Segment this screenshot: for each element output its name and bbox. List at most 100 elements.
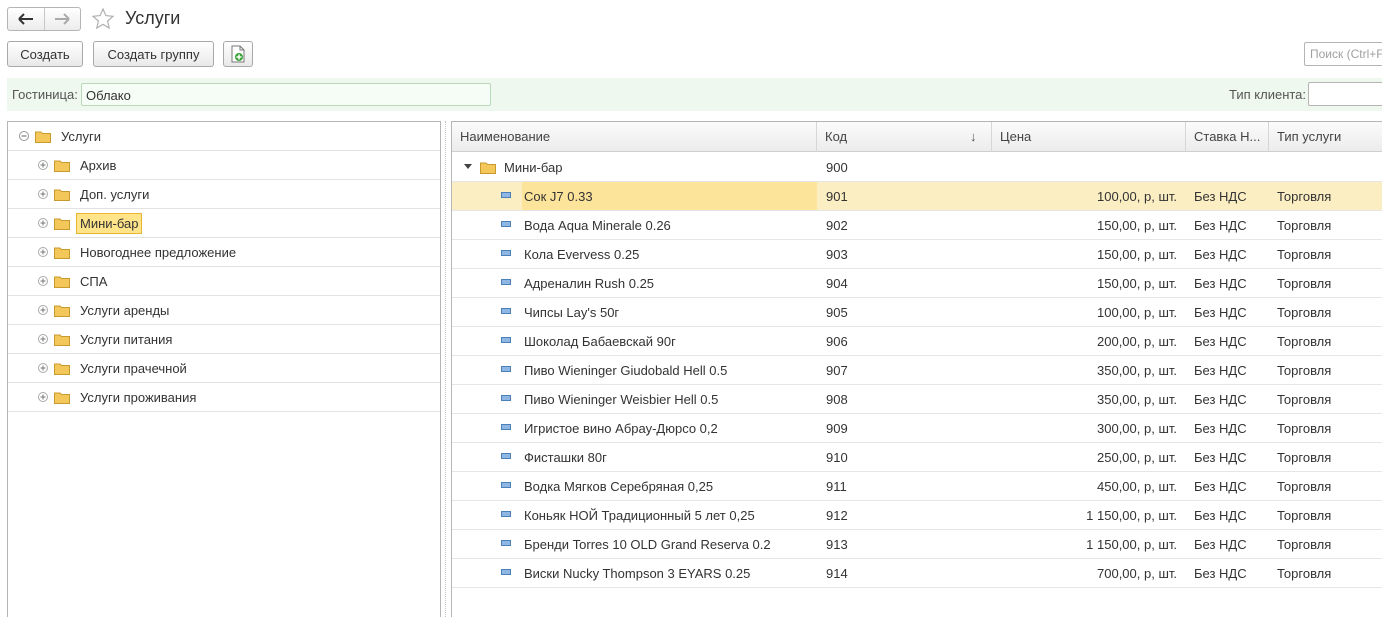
cell-name: Виски Nucky Thompson 3 EYARS 0.25 — [524, 566, 751, 581]
column-header-code[interactable]: Код — [817, 122, 992, 152]
tree-item[interactable]: Услуги прачечной — [8, 354, 440, 383]
expand-icon[interactable] — [38, 160, 48, 170]
cell-type: Торговля — [1277, 392, 1332, 407]
cell-price: 250,00, р, шт. — [1097, 450, 1177, 465]
cell-code: 911 — [826, 479, 847, 494]
expand-icon[interactable] — [38, 276, 48, 286]
expand-icon[interactable] — [38, 392, 48, 402]
group-row[interactable]: Мини-бар 900 — [452, 153, 1382, 182]
tree-item-label: Услуги проживания — [80, 389, 197, 405]
table-row[interactable]: Фисташки 80г 910 250,00, р, шт. Без НДС Торг… — [452, 443, 1382, 472]
item-icon — [501, 424, 511, 430]
table-row[interactable]: Вода Aqua Minerale 0.26 902 150,00, р, шт.… — [452, 211, 1382, 240]
create-button[interactable]: Создать — [7, 41, 83, 67]
cell-type: Торговля — [1277, 334, 1332, 349]
table-row[interactable]: Пиво Wieninger Giudobald Hell 0.5 907 350,… — [452, 356, 1382, 385]
tree-item[interactable]: Услуги проживания — [8, 383, 440, 412]
tree-item[interactable]: Услуги питания — [8, 325, 440, 354]
cell-type: Торговля — [1277, 218, 1332, 233]
hotel-field[interactable]: Облако — [81, 83, 491, 106]
folder-icon — [54, 218, 70, 230]
table-row[interactable]: Виски Nucky Thompson 3 EYARS 0.25 914 700,… — [452, 559, 1382, 588]
cell-price: 150,00, р, шт. — [1097, 218, 1177, 233]
cell-code: 913 — [826, 537, 848, 552]
item-icon — [501, 221, 511, 227]
cell-vat: Без НДС — [1194, 305, 1247, 320]
cell-vat: Без НДС — [1194, 450, 1247, 465]
expand-icon[interactable] — [38, 218, 48, 228]
cell-name: Адреналин Rush 0.25 — [524, 276, 655, 291]
expanded-triangle-icon[interactable] — [464, 164, 472, 169]
cell-vat: Без НДС — [1194, 334, 1247, 349]
cell-type: Торговля — [1277, 508, 1332, 523]
table-row[interactable]: Чипсы Lay's 50г 905 100,00, р, шт. Без НДС Т… — [452, 298, 1382, 327]
cell-code: 901 — [826, 189, 848, 204]
table-row[interactable]: Водка Мягков Серебряная 0,25 911 450,00, р… — [452, 472, 1382, 501]
expand-icon[interactable] — [38, 334, 48, 344]
column-header-name[interactable]: Наименование — [452, 122, 817, 152]
tree-item-label: Доп. услуги — [80, 186, 150, 202]
cell-price: 1 150,00, р, шт. — [1086, 508, 1177, 523]
navigation-buttons — [7, 7, 81, 31]
cell-vat: Без НДС — [1194, 218, 1247, 233]
cell-type: Торговля — [1277, 305, 1332, 320]
sort-descending-icon: ↓ — [970, 129, 977, 144]
collapse-icon[interactable] — [19, 131, 29, 141]
tree-item[interactable]: Доп. услуги — [8, 180, 440, 209]
folder-icon — [54, 363, 70, 375]
client-type-field[interactable] — [1308, 82, 1382, 106]
cell-vat: Без НДС — [1194, 537, 1247, 552]
item-icon — [501, 192, 511, 198]
folder-icon — [54, 334, 70, 346]
cell-price: 100,00, р, шт. — [1097, 189, 1177, 204]
column-header-type[interactable]: Тип услуги — [1269, 122, 1382, 152]
forward-button[interactable] — [43, 8, 81, 30]
cell-name: Игристое вино Абрау-Дюрсо 0,2 — [524, 421, 718, 436]
cell-price: 700,00, р, шт. — [1097, 566, 1177, 581]
item-icon — [501, 308, 511, 314]
column-header-vat[interactable]: Ставка Н... — [1186, 122, 1269, 152]
table-row[interactable]: Сок J7 0.33 901 100,00, р, шт. Без НДС Торго… — [452, 182, 1382, 211]
folder-icon — [35, 131, 51, 143]
cell-price: 100,00, р, шт. — [1097, 305, 1177, 320]
cell-name: Фисташки 80г — [524, 450, 607, 465]
add-document-button[interactable] — [223, 41, 253, 67]
groups-tree: Услуги Архив Доп. услуги Мини-бар Новогодне… — [7, 121, 441, 617]
cell-code: 903 — [826, 247, 848, 262]
cell-code: 904 — [826, 276, 848, 291]
expand-icon[interactable] — [38, 189, 48, 199]
table-row[interactable]: Игристое вино Абрау-Дюрсо 0,2 909 300,00, … — [452, 414, 1382, 443]
table-row[interactable]: Кола Evervess 0.25 903 150,00, р, шт. Без Н… — [452, 240, 1382, 269]
folder-icon — [54, 160, 70, 172]
cell-vat: Без НДС — [1194, 392, 1247, 407]
panel-splitter[interactable] — [445, 121, 448, 617]
item-icon — [501, 511, 511, 517]
search-input[interactable]: Поиск (Ctrl+F) — [1304, 42, 1382, 66]
expand-icon[interactable] — [38, 363, 48, 373]
tree-item[interactable]: Услуги аренды — [8, 296, 440, 325]
expand-icon[interactable] — [38, 247, 48, 257]
cell-price: 300,00, р, шт. — [1097, 421, 1177, 436]
favorite-star-icon[interactable] — [91, 7, 115, 31]
tree-item[interactable]: Мини-бар — [8, 209, 440, 238]
cell-code: 910 — [826, 450, 848, 465]
document-add-icon — [231, 45, 245, 63]
tree-item[interactable]: СПА — [8, 267, 440, 296]
cell-vat: Без НДС — [1194, 276, 1247, 291]
table-row[interactable]: Шоколад Бабаевскай 90г 906 200,00, р, шт. Б… — [452, 327, 1382, 356]
cell-name: Бренди Torres 10 OLD Grand Reserva 0.2 — [524, 537, 771, 552]
expand-icon[interactable] — [38, 305, 48, 315]
create-group-button[interactable]: Создать группу — [93, 41, 214, 67]
table-row[interactable]: Пиво Wieninger Weisbier Hell 0.5 908 350,0… — [452, 385, 1382, 414]
tree-item[interactable]: Новогоднее предложение — [8, 238, 440, 267]
table-row[interactable]: Бренди Torres 10 OLD Grand Reserva 0.2 91… — [452, 530, 1382, 559]
table-row[interactable]: Коньяк НОЙ Традиционный 5 лет 0,25 912 1 1… — [452, 501, 1382, 530]
column-header-price[interactable]: Цена — [992, 122, 1186, 152]
cell-vat: Без НДС — [1194, 566, 1247, 581]
folder-icon — [54, 276, 70, 288]
tree-item[interactable]: Архив — [8, 151, 440, 180]
table-header: Наименование Код ↓ Цена Ставка Н... Тип … — [452, 122, 1382, 152]
tree-root[interactable]: Услуги — [8, 122, 440, 151]
back-button[interactable] — [8, 8, 44, 30]
table-row[interactable]: Адреналин Rush 0.25 904 150,00, р, шт. Без … — [452, 269, 1382, 298]
